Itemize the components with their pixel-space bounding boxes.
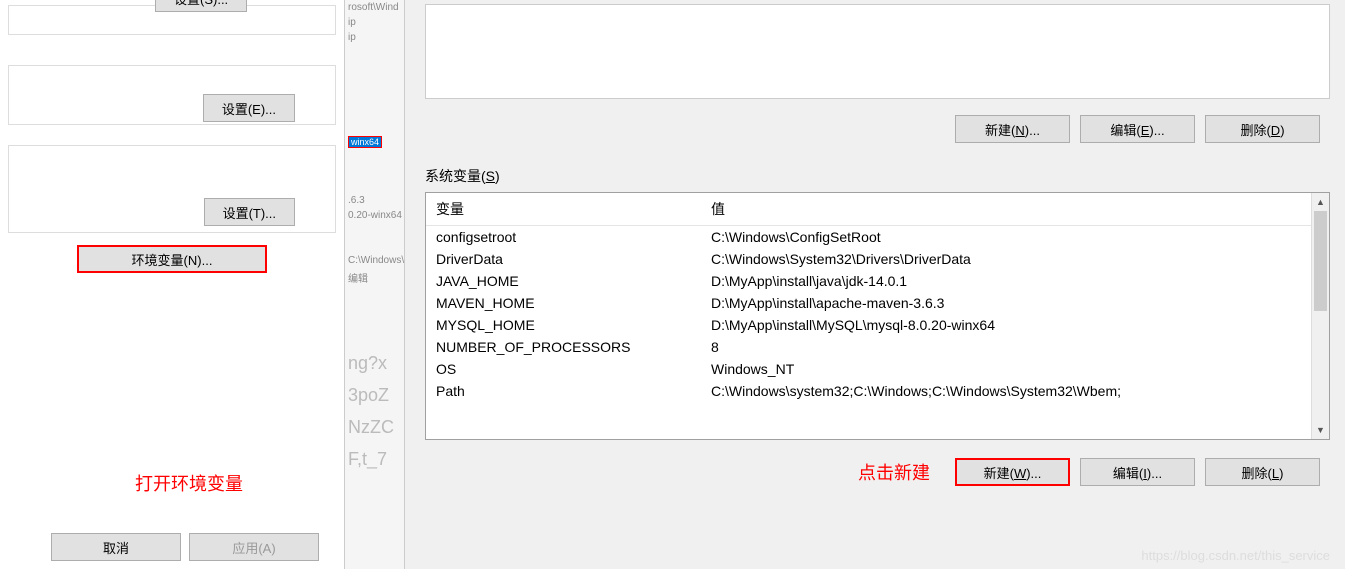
cell-var: OS: [426, 358, 701, 380]
system-variables-label: 系统变量(S): [425, 158, 1330, 192]
cell-var: DriverData: [426, 248, 701, 270]
table-row[interactable]: OSWindows_NT: [426, 358, 1329, 380]
system-vars-buttons: 点击新建 新建(W)... 编辑(I)... 删除(L): [425, 440, 1330, 486]
system-properties-panel: 设置(S)... 设置(E)... 设置(T)... 环境变量(N)... 打开…: [0, 0, 345, 569]
cell-val: C:\Windows\ConfigSetRoot: [701, 226, 1329, 249]
user-edit-button[interactable]: 编辑(E)...: [1080, 115, 1195, 143]
table-row[interactable]: JAVA_HOMED:\MyApp\install\java\jdk-14.0.…: [426, 270, 1329, 292]
bg-gray: NzZC: [345, 411, 404, 443]
settings-s-button[interactable]: 设置(S)...: [155, 0, 247, 12]
bg-text: ip: [345, 15, 404, 30]
bg-gray: F,t_7: [345, 443, 404, 475]
btn-label: 新建(W)...: [984, 463, 1042, 482]
btn-label: 编辑(I)...: [1113, 463, 1162, 482]
cell-val: D:\MyApp\install\apache-maven-3.6.3: [701, 292, 1329, 314]
apply-button[interactable]: 应用(A): [189, 533, 319, 561]
section-2: 设置(T)...: [8, 145, 336, 233]
bg-text: C:\Windows\: [345, 253, 404, 268]
scroll-thumb[interactable]: [1314, 211, 1327, 311]
scroll-up-icon[interactable]: ▲: [1312, 193, 1329, 211]
section-3: 环境变量(N)...: [8, 245, 336, 273]
environment-variables-button[interactable]: 环境变量(N)...: [77, 245, 267, 273]
cell-val: D:\MyApp\install\java\jdk-14.0.1: [701, 270, 1329, 292]
scrollbar-vertical[interactable]: ▲ ▼: [1311, 193, 1329, 439]
left-bottom-buttons: 取消 应用(A): [0, 533, 344, 561]
cell-val: 8: [701, 336, 1329, 358]
btn-label: 删除(L): [1242, 463, 1284, 482]
table-row[interactable]: configsetrootC:\Windows\ConfigSetRoot: [426, 226, 1329, 249]
cell-val: C:\Windows\System32\Drivers\DriverData: [701, 248, 1329, 270]
cell-var: MAVEN_HOME: [426, 292, 701, 314]
table-row[interactable]: MYSQL_HOMED:\MyApp\install\MySQL\mysql-8…: [426, 314, 1329, 336]
table-row[interactable]: PathC:\Windows\system32;C:\Windows;C:\Wi…: [426, 380, 1329, 402]
user-new-button[interactable]: 新建(N)...: [955, 115, 1070, 143]
cell-var: NUMBER_OF_PROCESSORS: [426, 336, 701, 358]
system-variables-table: 变量 值 configsetrootC:\Windows\ConfigSetRo…: [426, 193, 1329, 402]
cell-var: JAVA_HOME: [426, 270, 701, 292]
annotation-open-env: 打开环境变量: [135, 470, 243, 496]
cell-val: C:\Windows\system32;C:\Windows;C:\Window…: [701, 380, 1329, 402]
cell-var: Path: [426, 380, 701, 402]
bg-gray: 3poZ: [345, 379, 404, 411]
user-variables-listbox[interactable]: [425, 4, 1330, 99]
btn-label: 删除(D): [1240, 120, 1284, 139]
cancel-button[interactable]: 取消: [51, 533, 181, 561]
bg-text: 0.20-winx64: [345, 208, 404, 223]
bg-gray: ng?x: [345, 347, 404, 379]
watermark: https://blog.csdn.net/this_service: [1141, 548, 1330, 563]
system-delete-button[interactable]: 删除(L): [1205, 458, 1320, 486]
cell-var: configsetroot: [426, 226, 701, 249]
btn-label: 新建(N)...: [985, 120, 1040, 139]
user-vars-buttons: 新建(N)... 编辑(E)... 删除(D): [425, 109, 1330, 158]
cell-val: Windows_NT: [701, 358, 1329, 380]
environment-variables-dialog: 新建(N)... 编辑(E)... 删除(D) 系统变量(S) 变量 值 con…: [405, 0, 1345, 569]
table-row[interactable]: NUMBER_OF_PROCESSORS8: [426, 336, 1329, 358]
user-delete-button[interactable]: 删除(D): [1205, 115, 1320, 143]
background-strip: rosoft\Wind ip ip winx64 .6.3 0.20-winx6…: [345, 0, 405, 569]
bg-text: ip: [345, 30, 404, 45]
system-edit-button[interactable]: 编辑(I)...: [1080, 458, 1195, 486]
table-row[interactable]: MAVEN_HOMED:\MyApp\install\apache-maven-…: [426, 292, 1329, 314]
system-variables-listbox[interactable]: 变量 值 configsetrootC:\Windows\ConfigSetRo…: [425, 192, 1330, 440]
settings-t-button[interactable]: 设置(T)...: [204, 198, 295, 226]
btn-label: 编辑(E)...: [1110, 120, 1164, 139]
bg-text: .6.3: [345, 193, 404, 208]
col-header-value[interactable]: 值: [701, 193, 1329, 226]
settings-e-button[interactable]: 设置(E)...: [203, 94, 295, 122]
cell-var: MYSQL_HOME: [426, 314, 701, 336]
bg-text: rosoft\Wind: [345, 0, 404, 15]
scroll-down-icon[interactable]: ▼: [1312, 421, 1329, 439]
cell-val: D:\MyApp\install\MySQL\mysql-8.0.20-winx…: [701, 314, 1329, 336]
col-header-variable[interactable]: 变量: [426, 193, 701, 226]
annotation-click-new: 点击新建: [858, 459, 930, 485]
bg-highlight: winx64: [348, 136, 382, 148]
table-row[interactable]: DriverDataC:\Windows\System32\Drivers\Dr…: [426, 248, 1329, 270]
bg-text: 编辑: [345, 268, 404, 287]
section-1: 设置(E)...: [8, 65, 336, 125]
system-new-button[interactable]: 新建(W)...: [955, 458, 1070, 486]
